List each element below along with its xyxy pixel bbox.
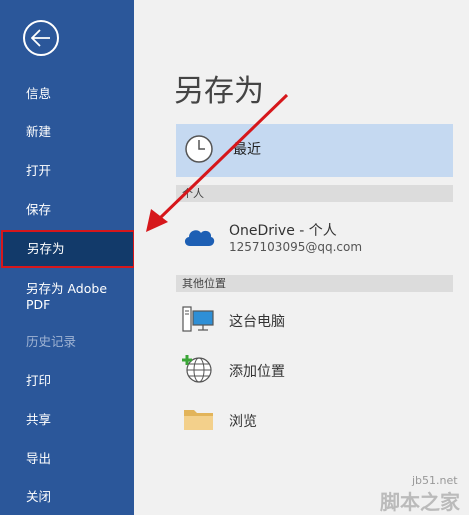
watermark-brand: 脚本之家 [380,490,460,514]
annotation-arrow [146,93,289,232]
